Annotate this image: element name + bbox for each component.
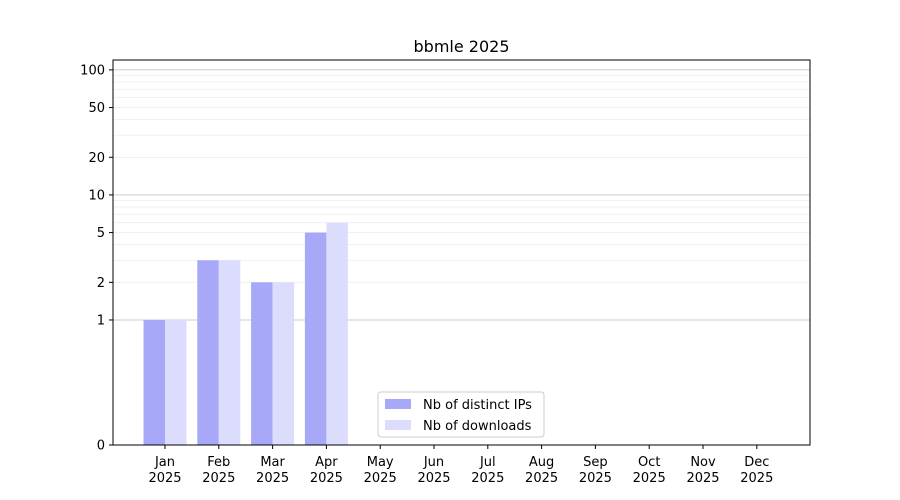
x-tick-label-month: Jul — [479, 455, 496, 470]
y-tick-label: 5 — [97, 226, 105, 241]
y-tick-label: 0 — [97, 439, 105, 454]
x-tick-label-year: 2025 — [202, 471, 235, 486]
x-tick-label-month: Jun — [423, 455, 444, 470]
x-tick-label-year: 2025 — [579, 471, 612, 486]
legend-swatch-distinct-ips — [385, 399, 411, 409]
bar-distinct-ips — [304, 232, 327, 445]
x-tick-label-year: 2025 — [417, 471, 450, 486]
x-tick-label-year: 2025 — [633, 471, 666, 486]
x-tick-label-month: Nov — [690, 455, 716, 470]
x-tick-label-month: Aug — [529, 455, 554, 470]
x-tick-label-year: 2025 — [310, 471, 343, 486]
y-tick-label: 2 — [97, 276, 105, 291]
x-tick-label-month: May — [367, 455, 394, 470]
bar-downloads — [272, 282, 295, 445]
x-tick-label-year: 2025 — [471, 471, 504, 486]
bar-downloads — [218, 260, 241, 445]
y-tick-label: 100 — [80, 63, 105, 78]
bar-downloads — [326, 222, 348, 445]
bar-distinct-ips — [197, 260, 219, 445]
x-tick-label-year: 2025 — [148, 471, 181, 486]
x-tick-label-month: Jan — [154, 455, 175, 470]
bar-distinct-ips — [251, 282, 273, 445]
y-tick-label: 20 — [88, 151, 105, 166]
legend-swatch-downloads — [385, 420, 411, 430]
x-tick-label-year: 2025 — [525, 471, 558, 486]
x-tick-label-month: Feb — [207, 455, 230, 470]
chart-title: bbmle 2025 — [414, 37, 510, 56]
x-tick-label-year: 2025 — [740, 471, 773, 486]
legend: Nb of distinct IPs Nb of downloads — [377, 391, 545, 438]
y-tick-label: 50 — [88, 101, 105, 116]
chart: 0125102050100 Jan2025Feb2025Mar2025Apr20… — [0, 0, 900, 500]
x-tick-label-month: Apr — [315, 455, 338, 470]
x-tick-label-month: Dec — [744, 455, 769, 470]
x-tick-label-year: 2025 — [364, 471, 397, 486]
bar-downloads — [165, 319, 187, 445]
bar-distinct-ips — [143, 319, 165, 445]
x-tick-label-month: Mar — [260, 455, 285, 470]
x-tick-label-year: 2025 — [686, 471, 719, 486]
y-tick-label: 1 — [97, 313, 105, 328]
legend-label-distinct-ips: Nb of distinct IPs — [423, 398, 532, 413]
x-tick-label-month: Oct — [638, 455, 660, 470]
y-tick-label: 10 — [88, 188, 105, 203]
x-tick-label-year: 2025 — [256, 471, 289, 486]
x-tick-label-month: Sep — [583, 455, 608, 470]
legend-label-downloads: Nb of downloads — [423, 419, 532, 434]
